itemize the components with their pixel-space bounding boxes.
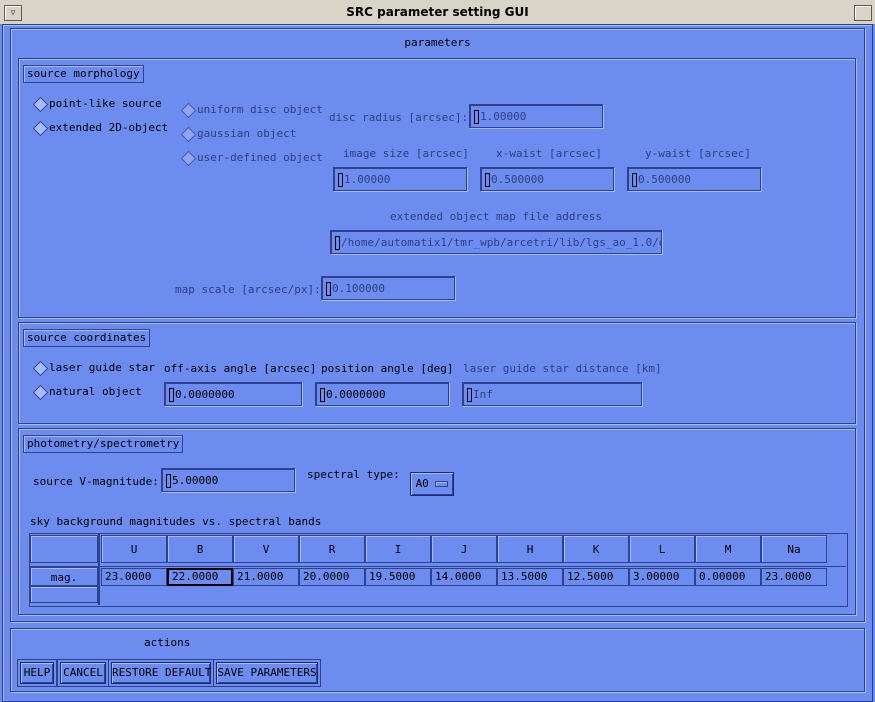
ywaist-label: y-waist [arcsec] (645, 147, 751, 160)
band-header-b: B (167, 535, 233, 563)
magnitude-cell-i[interactable]: 19.5000 (365, 568, 431, 586)
extended-2d-label: extended 2D-object (49, 121, 169, 134)
disc-radius-input[interactable]: 1.00000 (469, 104, 603, 128)
save-parameters-button-frame: SAVE PARAMETERS (213, 659, 321, 687)
sky-background-label: sky background magnitudes vs. spectral b… (30, 515, 322, 528)
image-size-input[interactable]: 1.00000 (333, 167, 467, 191)
save-parameters-button[interactable]: SAVE PARAMETERS (216, 662, 318, 684)
band-header-k: K (563, 535, 629, 563)
restore-default-button-frame: RESTORE DEFAULT (108, 659, 214, 687)
magnitude-cell-l[interactable]: 3.00000 (629, 568, 695, 586)
magnitude-cell-v[interactable]: 21.0000 (233, 568, 299, 586)
morphology-legend: source morphology (23, 65, 144, 83)
spectral-type-label: spectral type: (307, 468, 400, 481)
window-title: SRC parameter setting GUI (346, 5, 529, 19)
lgs-distance-input[interactable]: Inf (462, 382, 642, 406)
magnitude-cell-na[interactable]: 23.0000 (761, 568, 827, 586)
magnitude-cell-m[interactable]: 0.00000 (695, 568, 761, 586)
option-menu-indicator-icon (435, 481, 449, 487)
magnitude-cell-h[interactable]: 13.5000 (497, 568, 563, 586)
restore-default-button[interactable]: RESTORE DEFAULT (111, 662, 211, 684)
user-defined-label: user-defined object (197, 151, 323, 164)
map-address-label: extended object map file address (390, 210, 602, 223)
ywaist-input[interactable]: 0.500000 (627, 167, 761, 191)
table-divider (98, 533, 100, 605)
map-scale-label: map scale [arcsec/px]: (175, 283, 321, 296)
disc-radius-label: disc radius [arcsec]: (329, 111, 469, 124)
offaxis-label: off-axis angle [arcsec] (164, 362, 317, 375)
point-like-label: point-like source (49, 97, 162, 110)
cancel-button-frame: CANCEL (57, 659, 109, 687)
vmag-label: source V-magnitude: (33, 475, 159, 488)
row-header: mag. (30, 567, 98, 586)
cancel-button[interactable]: CANCEL (60, 662, 106, 684)
xwaist-label: x-waist [arcsec] (496, 147, 602, 160)
corner-cell (30, 535, 98, 563)
maximize-button[interactable] (854, 5, 872, 21)
natural-object-label: natural object (49, 385, 142, 398)
posangle-label: position angle [deg] (321, 362, 454, 375)
band-header-u: U (101, 535, 167, 563)
gaussian-label: gaussian object (197, 127, 297, 140)
band-header-j: J (431, 535, 497, 563)
offaxis-input[interactable]: 0.0000000 (164, 382, 302, 406)
image-size-label: image size [arcsec] (343, 147, 469, 160)
band-header-h: H (497, 535, 563, 563)
title-bar: ▽ SRC parameter setting GUI (0, 0, 875, 25)
coordinates-legend: source coordinates (23, 329, 151, 347)
magnitude-cell-r[interactable]: 20.0000 (299, 568, 365, 586)
table-divider (29, 566, 846, 567)
row-header-empty (30, 586, 98, 603)
band-header-v: V (233, 535, 299, 563)
lgs-distance-label: laser guide star distance [km] (463, 362, 662, 375)
spectral-type-menu[interactable]: A0 (410, 472, 454, 496)
laser-guide-star-label: laser guide star (49, 361, 155, 374)
help-button[interactable]: HELP (20, 662, 54, 684)
magnitude-cell-j[interactable]: 14.0000 (431, 568, 497, 586)
uniform-disc-label: uniform disc object (197, 103, 323, 116)
photometry-legend: photometry/spectrometry (23, 435, 184, 453)
magnitude-cell-k[interactable]: 12.5000 (563, 568, 629, 586)
band-header-l: L (629, 535, 695, 563)
help-button-frame: HELP (17, 659, 57, 687)
band-header-r: R (299, 535, 365, 563)
map-address-input[interactable]: /home/automatix1/tmr_wpb/arcetri/lib/lgs… (330, 230, 662, 254)
xwaist-input[interactable]: 0.500000 (480, 167, 614, 191)
band-header-m: M (695, 535, 761, 563)
band-header-na: Na (761, 535, 827, 563)
parameters-label: parameters (404, 36, 471, 49)
posangle-input[interactable]: 0.0000000 (315, 382, 449, 406)
magnitude-cell-b[interactable]: 22.0000 (167, 568, 233, 586)
actions-label: actions (144, 636, 191, 649)
band-header-i: I (365, 535, 431, 563)
vmag-input[interactable]: 5.00000 (161, 468, 295, 492)
magnitude-cell-u[interactable]: 23.0000 (101, 568, 167, 586)
map-scale-input[interactable]: 0.100000 (321, 276, 455, 300)
